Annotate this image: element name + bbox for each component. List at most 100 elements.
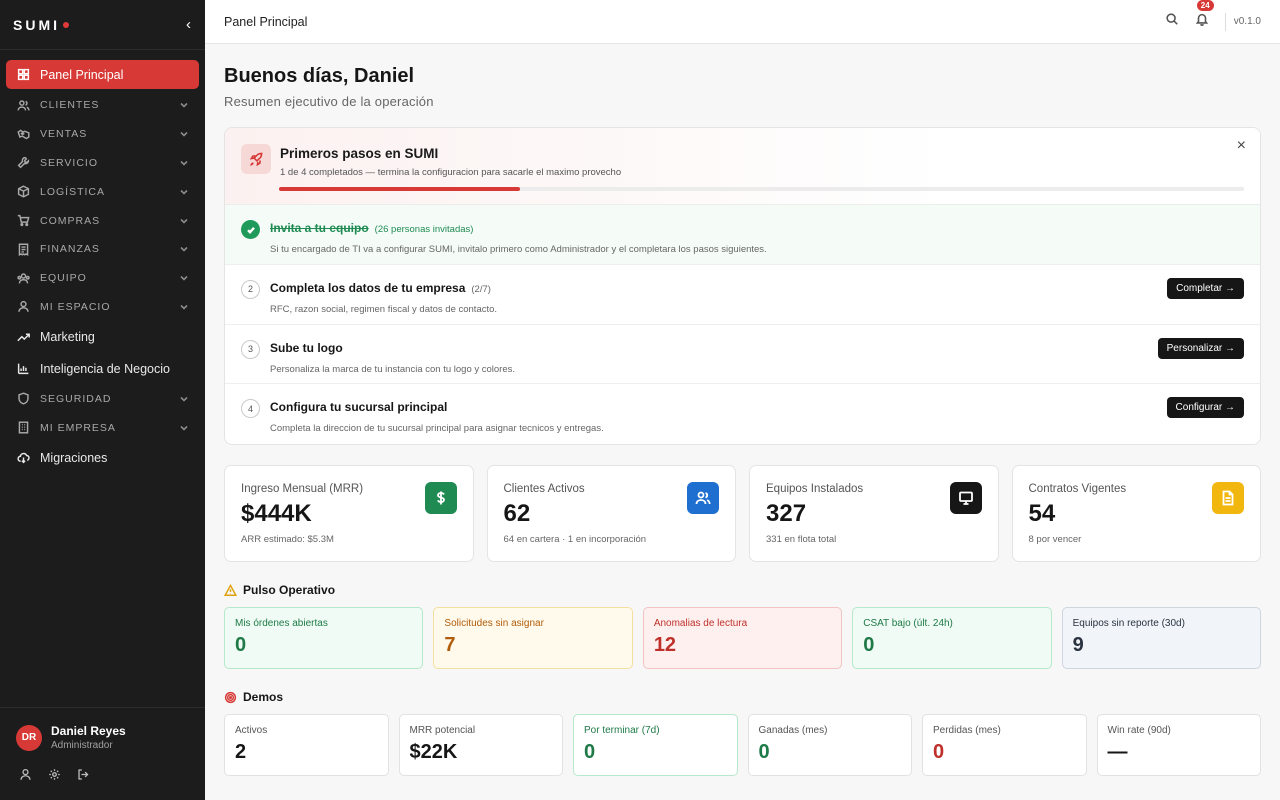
sidebar-item-label: MI EMPRESA xyxy=(40,421,116,434)
demo-value: 0 xyxy=(758,741,770,764)
demo-label: Win rate (90d) xyxy=(1107,725,1171,737)
sidebar-item-ventas[interactable]: VENTAS xyxy=(6,120,199,149)
onboarding-title: Primeros pasos en SUMI xyxy=(280,146,439,161)
demo-card[interactable]: Perdidas (mes) 0 xyxy=(922,714,1087,777)
cloud-icon xyxy=(16,451,30,465)
sidebar-item-finanzas[interactable]: FINANZAS xyxy=(6,235,199,264)
sidebar-item-panel-principal[interactable]: Panel Principal xyxy=(6,60,199,89)
notifications-button[interactable]: 24 xyxy=(1195,0,1214,31)
brand-header: SUMI ‹ xyxy=(0,0,205,50)
demo-card[interactable]: Ganadas (mes) 0 xyxy=(747,714,912,777)
demo-card[interactable]: MRR potencial $22K xyxy=(398,714,563,777)
handshake-icon xyxy=(16,127,30,141)
completar-button[interactable]: Completar → xyxy=(1167,277,1244,299)
demo-card[interactable]: Activos 2 xyxy=(224,714,389,777)
sidebar-item-servicio[interactable]: SERVICIO xyxy=(6,149,199,178)
collapse-sidebar-icon[interactable]: ‹ xyxy=(186,16,191,33)
onboarding-card: Primeros pasos en SUMI 1 de 4 completado… xyxy=(224,127,1261,446)
demo-label: Ganadas (mes) xyxy=(758,725,828,737)
brand-dot xyxy=(63,21,69,28)
breadcrumb: Panel Principal xyxy=(224,14,308,29)
pulse-card[interactable]: CSAT bajo (últ. 24h) 0 xyxy=(852,607,1052,670)
step-title[interactable]: Invita a tu equipo xyxy=(270,221,369,235)
check-circle-icon xyxy=(241,220,260,239)
step-content: Configura tu sucursal principal Completa… xyxy=(270,398,604,434)
configurar-button[interactable]: Configurar → xyxy=(1166,397,1244,419)
kpi-card-clientes[interactable]: Clientes Activos 62 64 en cartera · 1 en… xyxy=(486,465,736,563)
sidebar-item-label: VENTAS xyxy=(40,128,88,141)
sidebar-item-label: LOGÍSTICA xyxy=(40,185,106,198)
notification-badge: 24 xyxy=(1196,0,1214,11)
chevron-down-icon xyxy=(179,100,189,110)
onboarding-step: 3 Sube tu logo Personaliza la marca de t… xyxy=(225,325,1260,385)
pulse-card[interactable]: Solicitudes sin asignar 7 xyxy=(433,607,633,670)
sidebar-item-clientes[interactable]: CLIENTES xyxy=(6,91,199,120)
close-icon[interactable]: × xyxy=(1237,137,1246,155)
step-content: Completa los datos de tu empresa (2/7) RF… xyxy=(270,279,497,315)
demo-card[interactable]: Por terminar (7d) 0 xyxy=(573,714,738,777)
sidebar-item-mi-espacio[interactable]: MI ESPACIO xyxy=(6,293,199,322)
kpi-card-mrr[interactable]: Ingreso Mensual (MRR) $444K ARR estimado… xyxy=(224,465,474,563)
onboarding-progress-fill xyxy=(279,187,521,191)
avatar: DR xyxy=(16,724,42,751)
demo-label: Activos xyxy=(235,725,268,737)
kpi-card-equipos[interactable]: Equipos Instalados 327 331 en flota tota… xyxy=(749,465,999,563)
sidebar-item-label: SEGURIDAD xyxy=(40,392,112,405)
sidebar-item-label: EQUIPO xyxy=(40,272,87,285)
profile-icon[interactable] xyxy=(19,768,32,786)
pulse-value: 12 xyxy=(653,634,677,657)
target-icon xyxy=(224,691,237,703)
demo-value: 0 xyxy=(933,741,945,764)
sidebar-item-inteligencia[interactable]: Inteligencia de Negocio xyxy=(6,353,199,385)
sidebar-item-logistica[interactable]: LOGÍSTICA xyxy=(6,177,199,206)
dashboard-icon xyxy=(16,68,30,82)
sidebar: SUMI ‹ Panel Principal CLIENTES VENTAS S… xyxy=(0,0,205,800)
logout-icon[interactable] xyxy=(77,768,90,786)
pulse-card[interactable]: Equipos sin reporte (30d) 9 xyxy=(1061,607,1262,670)
step-number: 3 xyxy=(241,339,260,359)
chevron-down-icon xyxy=(179,244,189,254)
sidebar-item-label: CLIENTES xyxy=(40,99,100,112)
gear-icon[interactable] xyxy=(48,768,61,786)
sidebar-item-label: SERVICIO xyxy=(40,156,98,169)
personalizar-button[interactable]: Personalizar → xyxy=(1157,337,1244,359)
monitor-icon xyxy=(949,482,982,515)
sidebar-item-compras[interactable]: COMPRAS xyxy=(6,206,199,235)
kpi-subtext: 331 en flota total xyxy=(766,534,837,546)
search-icon[interactable] xyxy=(1165,12,1179,31)
logo[interactable]: SUMI xyxy=(13,17,69,33)
warning-icon xyxy=(224,583,237,596)
page-subtitle: Resumen ejecutivo de la operación xyxy=(224,94,434,109)
sidebar-item-label: Migraciones xyxy=(40,450,108,465)
sidebar-item-mi-empresa[interactable]: MI EMPRESA xyxy=(6,413,199,442)
chevron-down-icon xyxy=(179,187,189,197)
pulse-card[interactable]: Mis órdenes abiertas 0 xyxy=(224,607,424,670)
sidebar-item-migraciones[interactable]: Migraciones xyxy=(6,442,199,474)
onboarding-progress-bar xyxy=(279,187,1244,191)
pulse-value: 9 xyxy=(1072,634,1084,657)
sidebar-item-label: Marketing xyxy=(40,330,95,345)
topbar: Panel Principal 24 v0.1.0 xyxy=(205,0,1280,44)
sidebar-item-marketing[interactable]: Marketing xyxy=(6,321,199,353)
users-icon xyxy=(16,98,30,112)
user-profile[interactable]: DR Daniel Reyes Administrador xyxy=(16,724,189,751)
sidebar-item-seguridad[interactable]: SEGURIDAD xyxy=(6,384,199,413)
sidebar-item-label: MI ESPACIO xyxy=(40,300,111,313)
step-description: Si tu encargado de TI va a configurar SU… xyxy=(270,244,767,255)
shield-icon xyxy=(16,392,30,406)
demo-label: MRR potencial xyxy=(409,725,476,737)
step-content: Sube tu logo Personaliza la marca de tu … xyxy=(270,339,515,375)
sidebar-item-label: Inteligencia de Negocio xyxy=(40,361,170,376)
rocket-icon xyxy=(241,144,271,174)
sidebar-item-equipo[interactable]: EQUIPO xyxy=(6,264,199,293)
kpi-subtext: 64 en cartera · 1 en incorporación xyxy=(503,534,647,546)
pulse-card[interactable]: Anomalias de lectura 12 xyxy=(642,607,843,670)
section-title: Demos xyxy=(243,690,284,705)
kpi-card-contratos[interactable]: Contratos Vigentes 54 8 por vencer xyxy=(1011,465,1261,563)
user-panel: DR Daniel Reyes Administrador xyxy=(0,707,205,800)
onboarding-step: 4 Configura tu sucursal principal Comple… xyxy=(225,384,1260,444)
topbar-actions: 24 v0.1.0 xyxy=(1165,0,1261,31)
pulse-label: Equipos sin reporte (30d) xyxy=(1072,618,1185,630)
demo-card[interactable]: Win rate (90d) — xyxy=(1096,714,1261,777)
brand-name: SUMI xyxy=(13,16,60,33)
